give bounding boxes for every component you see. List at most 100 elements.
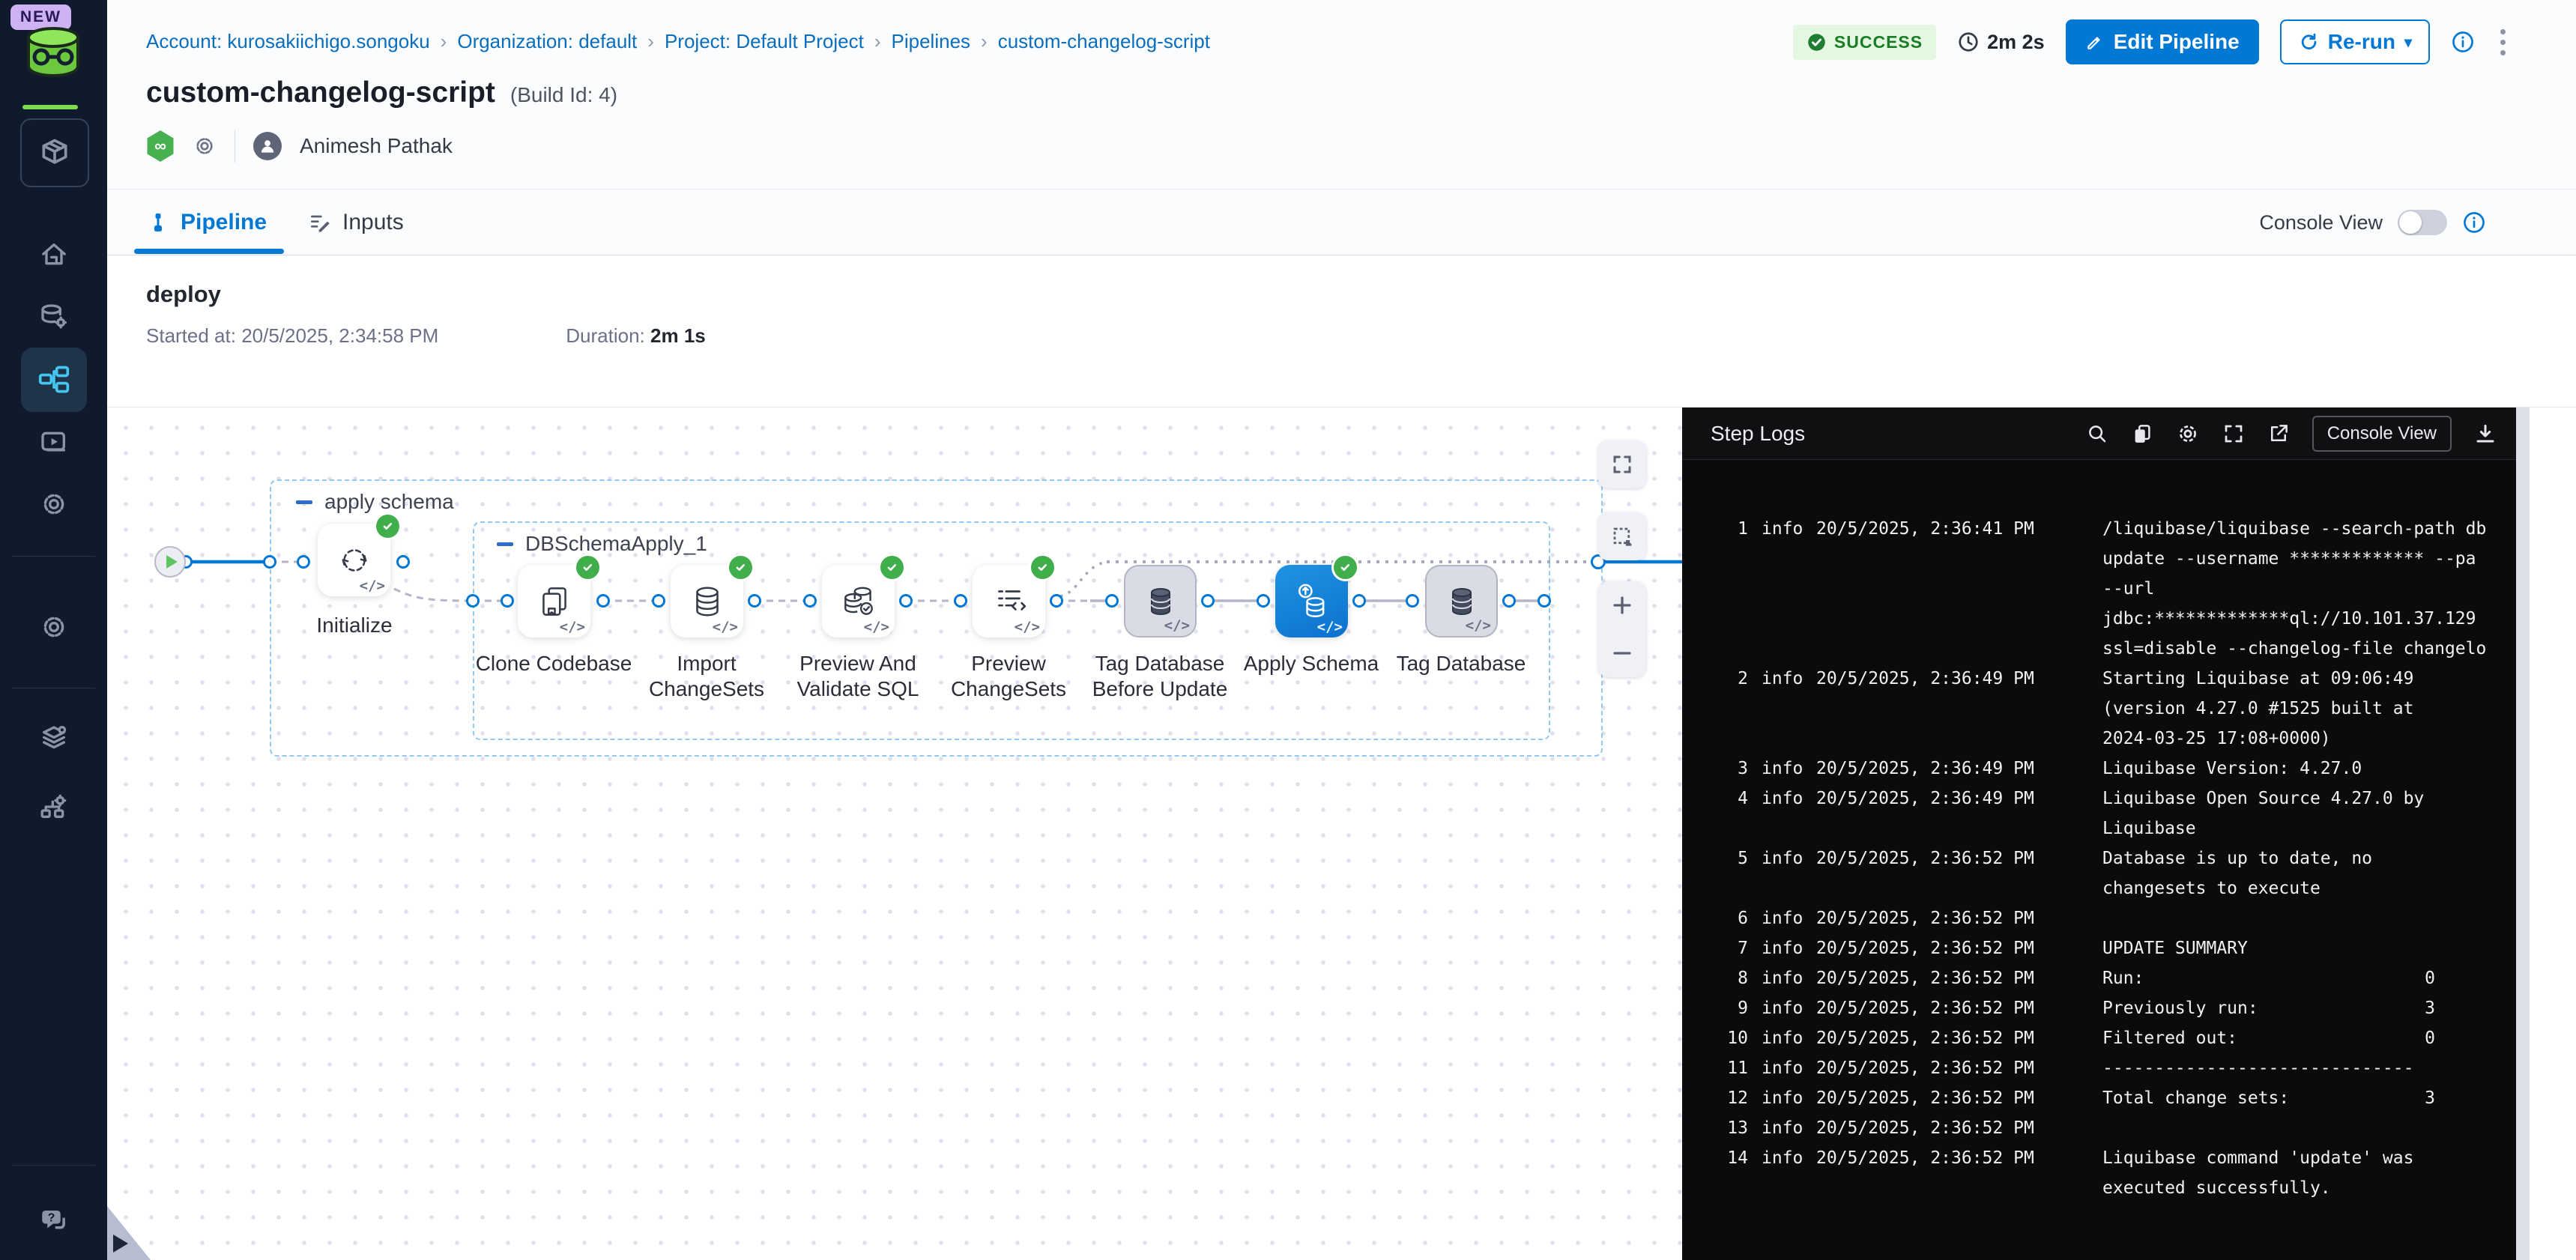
success-check-icon: [729, 556, 752, 579]
plus-icon: [1611, 594, 1633, 617]
sidebar-item-databases[interactable]: [0, 300, 107, 333]
pipeline-canvas[interactable]: apply schema DBSchemaApply_1: [107, 408, 1682, 1260]
page-header: Account: kurosakiichigo.songoku › Organi…: [107, 0, 2576, 189]
database-solid-icon: [1443, 583, 1481, 620]
sidebar-item-project-settings[interactable]: [0, 611, 107, 643]
help-chat-icon: ?: [38, 1205, 70, 1237]
node-label: Clone Codebase: [468, 651, 640, 676]
step-logs-panel: Step Logs Console View: [1682, 408, 2516, 1260]
node-preview-changesets[interactable]: </>: [973, 565, 1045, 637]
settings-icon: [2176, 422, 2200, 446]
build-id: (Build Id: 4): [510, 83, 617, 107]
node-preview-and-validate-sql[interactable]: </>: [822, 565, 895, 637]
success-check-icon: [1031, 556, 1054, 579]
logo-underline: [22, 105, 78, 109]
stage-name: deploy: [146, 281, 221, 308]
sidebar-item-default-settings[interactable]: [0, 722, 107, 755]
database-check-icon: [839, 582, 878, 621]
node-initialize[interactable]: </>: [318, 524, 390, 596]
log-row: 10info20/5/2025, 2:36:52 PMFiltered out:…: [1703, 1023, 2516, 1053]
sidebar-item-home[interactable]: [0, 238, 107, 271]
sidebar-divider: [12, 1165, 95, 1166]
success-check-icon: [880, 556, 904, 579]
node-import-changesets[interactable]: </>: [671, 565, 743, 637]
sidebar-item-infrastructure[interactable]: [0, 790, 107, 823]
search-icon: [2086, 422, 2108, 445]
tab-pipeline[interactable]: Pipeline: [146, 190, 267, 255]
breadcrumb-account[interactable]: Account: kurosakiichigo.songoku: [146, 30, 430, 53]
log-row: 6info20/5/2025, 2:36:52 PM: [1703, 903, 2516, 933]
console-view-toggle[interactable]: [2398, 210, 2447, 235]
breadcrumb-separator: ›: [981, 30, 988, 53]
tab-inputs[interactable]: Inputs: [308, 190, 404, 255]
expand-panel-arrow-icon[interactable]: [113, 1235, 128, 1253]
pencil-icon: [2085, 32, 2105, 52]
node-apply-schema[interactable]: </>: [1275, 565, 1348, 637]
total-duration: 2m 2s: [1957, 31, 2045, 54]
infrastructure-settings-icon: [39, 792, 69, 822]
breadcrumb-pipelines[interactable]: Pipelines: [892, 30, 971, 53]
sidebar-item-pipelines[interactable]: [21, 348, 87, 412]
log-console-view-button[interactable]: Console View: [2312, 416, 2452, 452]
breadcrumb-organization[interactable]: Organization: default: [457, 30, 637, 53]
pipeline-settings-gear-icon[interactable]: [193, 134, 217, 158]
breadcrumb-current[interactable]: custom-changelog-script: [998, 30, 1210, 53]
open-in-new-icon: [2267, 422, 2290, 445]
database-devops-logo[interactable]: [24, 25, 82, 79]
database-upload-icon: [1292, 581, 1332, 622]
breadcrumb-separator: ›: [874, 30, 881, 53]
log-settings-button[interactable]: [2176, 422, 2200, 446]
edit-pipeline-button[interactable]: Edit Pipeline: [2066, 19, 2259, 64]
zoom-out-button[interactable]: [1598, 629, 1646, 677]
log-row: 3info20/5/2025, 2:36:49 PMLiquibase Vers…: [1703, 754, 2516, 784]
sidebar-item-stage-settings[interactable]: [0, 488, 107, 521]
breadcrumb-project[interactable]: Project: Default Project: [665, 30, 864, 53]
breadcrumb: Account: kurosakiichigo.songoku › Organi…: [146, 30, 1210, 53]
node-label: Apply Schema: [1225, 651, 1397, 676]
log-copy-button[interactable]: [2131, 422, 2153, 445]
log-body[interactable]: 1info20/5/2025, 2:36:41 PM/liquibase/liq…: [1682, 460, 2516, 1260]
avatar: [253, 132, 282, 160]
zoom-in-button[interactable]: [1598, 581, 1646, 629]
sidebar-divider: [12, 556, 95, 557]
status-text: SUCCESS: [1834, 32, 1923, 52]
code-icon: </>: [560, 619, 585, 635]
node-tag-database[interactable]: </>: [1425, 565, 1498, 637]
node-clone-codebase[interactable]: </>: [518, 565, 590, 637]
info-icon[interactable]: [2462, 210, 2486, 234]
log-scrollbar[interactable]: [2516, 408, 2530, 1260]
database-solid-icon: [1142, 583, 1179, 620]
node-label: Tag Database Before Update: [1074, 651, 1246, 702]
canvas-fullscreen-button[interactable]: [1598, 440, 1646, 488]
sidebar-item-executions[interactable]: [0, 425, 107, 458]
stage-duration: Duration: 2m 1s: [566, 324, 705, 348]
node-tag-database-before-update[interactable]: </>: [1124, 565, 1197, 637]
log-fullscreen-button[interactable]: [2222, 422, 2245, 445]
log-download-button[interactable]: [2474, 422, 2497, 445]
sidebar-item-help[interactable]: ?: [0, 1205, 107, 1238]
code-icon: </>: [1466, 617, 1491, 634]
total-duration-value: 2m 2s: [1987, 31, 2045, 54]
rerun-button[interactable]: Re-run ▾: [2280, 19, 2430, 64]
sidebar-item-module-selector[interactable]: [20, 118, 89, 187]
more-options-menu[interactable]: [2496, 25, 2510, 60]
code-icon: </>: [1317, 619, 1343, 635]
canvas-select-button[interactable]: [1598, 512, 1646, 560]
log-row: 13info20/5/2025, 2:36:52 PM: [1703, 1113, 2516, 1143]
pipeline-tab-icon: [146, 210, 170, 234]
refresh-icon: [335, 541, 374, 580]
log-search-button[interactable]: [2086, 422, 2108, 445]
clock-icon: [1957, 31, 1980, 53]
log-open-in-new-button[interactable]: [2267, 422, 2290, 445]
active-tab-underline: [134, 249, 284, 254]
home-icon: [39, 240, 69, 270]
chevron-down-icon: ▾: [2404, 33, 2412, 52]
log-row: 14info20/5/2025, 2:36:52 PMLiquibase com…: [1703, 1143, 2516, 1203]
pipelines-icon: [37, 363, 70, 396]
layers-settings-icon: [39, 724, 69, 754]
code-icon: </>: [1164, 617, 1190, 634]
info-icon[interactable]: [2451, 30, 2475, 54]
canvas-zoom-controls: [1598, 581, 1646, 677]
breadcrumb-separator: ›: [441, 30, 447, 53]
pipeline-start-node[interactable]: [154, 546, 186, 578]
